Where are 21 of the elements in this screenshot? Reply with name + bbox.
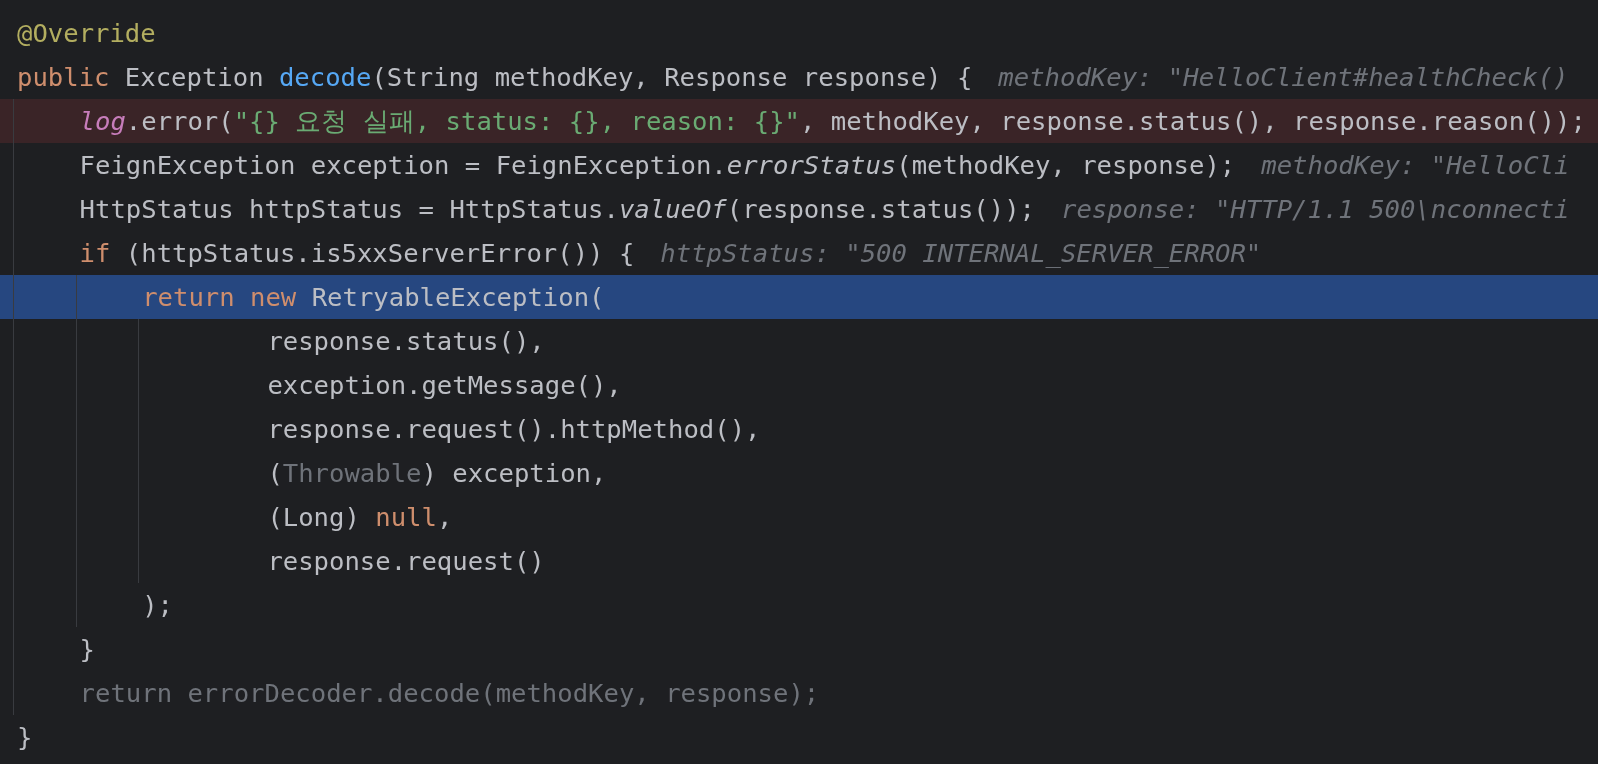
code-line: response.request().httpMethod(), <box>267 413 761 446</box>
code-line: if (httpStatus.is5xxServerError()) { <box>79 237 635 270</box>
code-line: public Exception decode(String methodKey, Response response) { <box>17 61 973 94</box>
code-line: return new RetryableException( <box>142 281 605 314</box>
inline-hint: methodKey: "HelloClient#healthCheck() <box>998 61 1569 94</box>
code-line: @Override <box>17 17 156 50</box>
code-line: FeignException exception = FeignException.errorStatus(methodKey, response); <box>79 149 1236 182</box>
code-line: (Throwable) exception, <box>267 457 607 490</box>
inline-hint: response: "HTTP/1.1 500\nconnecti <box>1060 193 1570 226</box>
code-line: } <box>79 633 95 666</box>
code-line: } <box>17 721 33 754</box>
code-line: HttpStatus httpStatus = HttpStatus.valueOf(response.status()); <box>79 193 1035 226</box>
code-line: return errorDecoder.decode(methodKey, response); <box>79 677 820 710</box>
code-line: response.status(), <box>267 325 545 358</box>
code-line: log.error("{} 요청 실패, status: {}, reason: {}", methodKey, response.status(), response.reason()); <box>79 105 1586 138</box>
code-line: response.request() <box>267 545 545 578</box>
inline-hint: httpStatus: "500 INTERNAL_SERVER_ERROR" <box>660 237 1262 270</box>
code-line: (Long) null, <box>267 501 453 534</box>
code-line: ); <box>142 589 173 622</box>
code-line: exception.getMessage(), <box>267 369 622 402</box>
inline-hint: methodKey: "HelloCli <box>1261 149 1570 182</box>
